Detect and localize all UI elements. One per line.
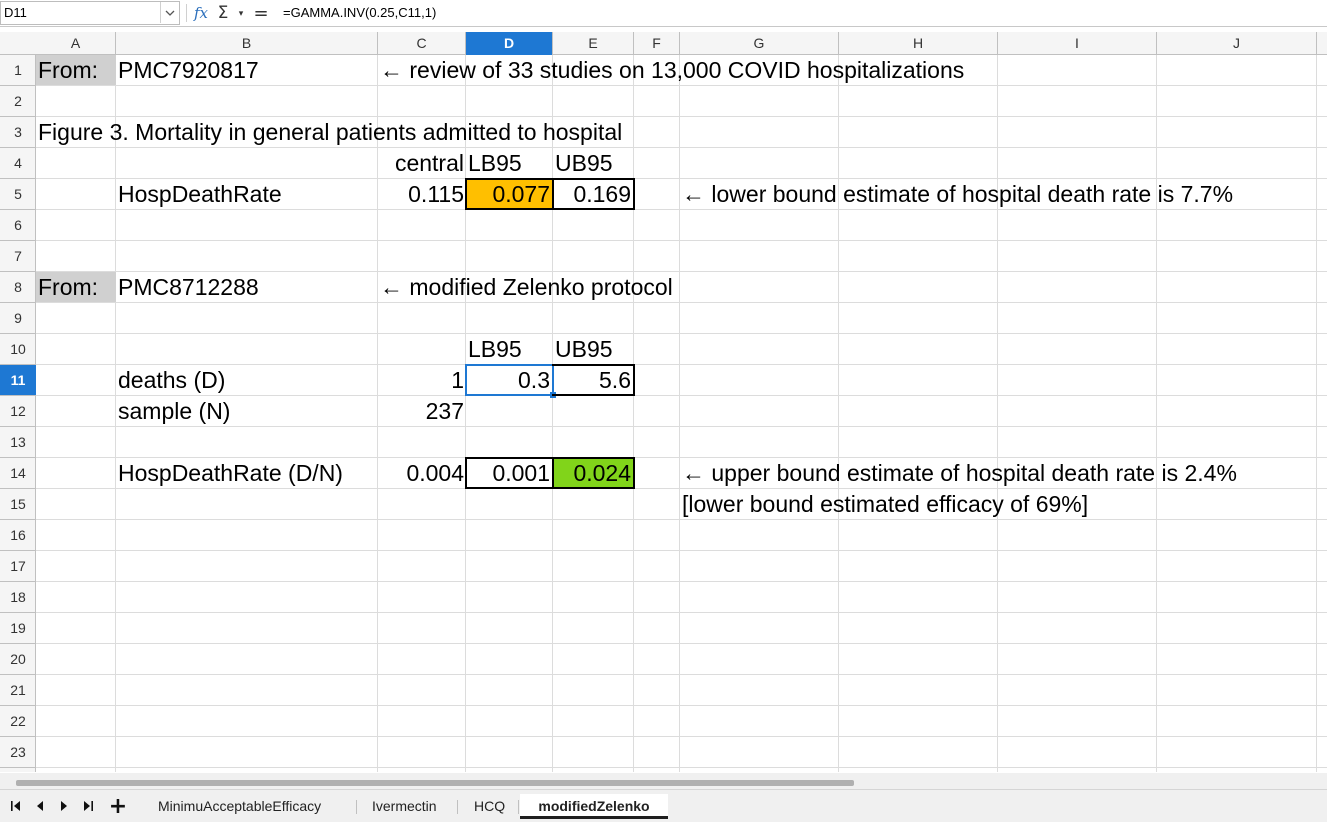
cell-b12[interactable]: sample (N) <box>116 396 378 427</box>
column-header-c[interactable]: C <box>378 32 466 55</box>
column-header-d[interactable]: D <box>466 32 553 55</box>
row-headers: 1 2 3 4 5 6 7 8 9 10 11 12 13 14 15 16 1… <box>0 55 36 772</box>
cell-b1[interactable]: PMC7920817 <box>116 55 378 86</box>
name-box[interactable]: D11 <box>0 1 180 25</box>
column-header-a[interactable]: A <box>36 32 116 55</box>
next-sheet-icon[interactable] <box>54 796 74 816</box>
column-header-g[interactable]: G <box>680 32 839 55</box>
row-header[interactable]: 9 <box>0 303 36 334</box>
sum-dropdown-icon[interactable]: ▾ <box>234 0 248 26</box>
row-header[interactable]: 5 <box>0 179 36 210</box>
sheet-tab-bar: + MinimuAcceptableEfficacy Ivermectin HC… <box>0 789 1327 822</box>
row-header[interactable]: 7 <box>0 241 36 272</box>
row-header[interactable]: 23 <box>0 737 36 768</box>
sheet-tab-hcq[interactable]: HCQ <box>466 794 513 819</box>
cell-c14[interactable]: 0.004 <box>378 458 466 489</box>
column-header-i[interactable]: I <box>998 32 1157 55</box>
sheet-tab-minimum-acceptable-efficacy[interactable]: MinimuAcceptableEfficacy <box>150 794 329 819</box>
cell-c8[interactable]: ← modified Zelenko protocol <box>378 272 675 303</box>
spreadsheet-grid: A B C D E F G H I J 1 2 3 4 5 6 7 8 9 10… <box>0 32 1327 772</box>
cell-c1[interactable]: ← review of 33 studies on 13,000 COVID h… <box>378 55 966 86</box>
cell-b8[interactable]: PMC8712288 <box>116 272 378 303</box>
cell-d11[interactable]: 0.3 <box>465 364 554 396</box>
first-sheet-icon[interactable] <box>6 796 26 816</box>
last-sheet-icon[interactable] <box>78 796 98 816</box>
row-header[interactable]: 4 <box>0 148 36 179</box>
cell-g15[interactable]: [lower bound estimated efficacy of 69%] <box>680 489 1090 520</box>
cell-a1[interactable]: From: <box>36 55 116 85</box>
cell-d4[interactable]: LB95 <box>466 148 553 179</box>
chevron-down-icon[interactable] <box>160 2 178 23</box>
horizontal-scrollbar[interactable] <box>0 773 1327 789</box>
cell-c11[interactable]: 1 <box>378 365 466 396</box>
cell-g14[interactable]: ← upper bound estimate of hospital death… <box>680 458 1239 489</box>
row-header[interactable]: 16 <box>0 520 36 551</box>
formula-input[interactable]: =GAMMA.INV(0.25,C11,1) <box>280 1 1327 25</box>
row-header[interactable]: 10 <box>0 334 36 365</box>
row-header[interactable]: 11 <box>0 365 36 396</box>
cell-e11[interactable]: 5.6 <box>552 364 635 396</box>
cell-e10[interactable]: UB95 <box>553 334 634 365</box>
sheet-tab-modified-zelenko[interactable]: modifiedZelenko <box>520 794 668 819</box>
column-header-j[interactable]: J <box>1157 32 1317 55</box>
cell-b11[interactable]: deaths (D) <box>116 365 378 396</box>
row-header[interactable]: 1 <box>0 55 36 86</box>
formula-bar: D11 fx Σ ▾ = =GAMMA.INV(0.25,C11,1) <box>0 0 1327 27</box>
cell-c5[interactable]: 0.115 <box>378 179 466 210</box>
row-header[interactable]: 6 <box>0 210 36 241</box>
cell-e4[interactable]: UB95 <box>553 148 634 179</box>
row-header[interactable]: 17 <box>0 551 36 582</box>
row-header[interactable]: 21 <box>0 675 36 706</box>
cell-e14[interactable]: 0.024 <box>552 457 635 489</box>
cell-b5[interactable]: HospDeathRate <box>116 179 378 210</box>
column-header-e[interactable]: E <box>553 32 634 55</box>
sheet-tab-ivermectin[interactable]: Ivermectin <box>364 794 445 819</box>
row-header[interactable]: 12 <box>0 396 36 427</box>
row-header[interactable]: 8 <box>0 272 36 303</box>
row-header[interactable]: 20 <box>0 644 36 675</box>
cell-c12[interactable]: 237 <box>378 396 466 427</box>
row-header[interactable]: 22 <box>0 706 36 737</box>
cell-d10[interactable]: LB95 <box>466 334 553 365</box>
scrollbar-thumb[interactable] <box>16 780 854 786</box>
column-headers: A B C D E F G H I J <box>0 32 1327 55</box>
row-header[interactable]: 18 <box>0 582 36 613</box>
cell-g5[interactable]: ← lower bound estimate of hospital death… <box>680 179 1235 210</box>
cell-e5[interactable]: 0.169 <box>552 178 635 210</box>
row-header[interactable]: 13 <box>0 427 36 458</box>
cell-area[interactable]: From: PMC7920817 ← review of 33 studies … <box>36 55 1327 772</box>
cell-c4[interactable]: central <box>378 148 466 179</box>
row-header[interactable]: 15 <box>0 489 36 520</box>
column-header-f[interactable]: F <box>634 32 680 55</box>
cell-d14[interactable]: 0.001 <box>465 457 554 489</box>
cell-a8[interactable]: From: <box>36 272 116 302</box>
separator <box>186 4 187 22</box>
cell-a3[interactable]: Figure 3. Mortality in general patients … <box>36 117 624 148</box>
row-header[interactable]: 19 <box>0 613 36 644</box>
row-header[interactable]: 3 <box>0 117 36 148</box>
cell-b14[interactable]: HospDeathRate (D/N) <box>116 458 378 489</box>
prev-sheet-icon[interactable] <box>30 796 50 816</box>
function-wizard-icon[interactable]: fx <box>190 0 212 26</box>
row-header[interactable]: 2 <box>0 86 36 117</box>
equals-icon[interactable]: = <box>252 0 270 26</box>
row-header[interactable]: 14 <box>0 458 36 489</box>
sum-icon[interactable]: Σ <box>214 0 232 26</box>
column-header-h[interactable]: H <box>839 32 998 55</box>
cell-d5[interactable]: 0.077 <box>465 178 554 210</box>
add-sheet-icon[interactable]: + <box>108 794 128 819</box>
column-header-b[interactable]: B <box>116 32 378 55</box>
column-header-k[interactable] <box>1317 32 1327 55</box>
